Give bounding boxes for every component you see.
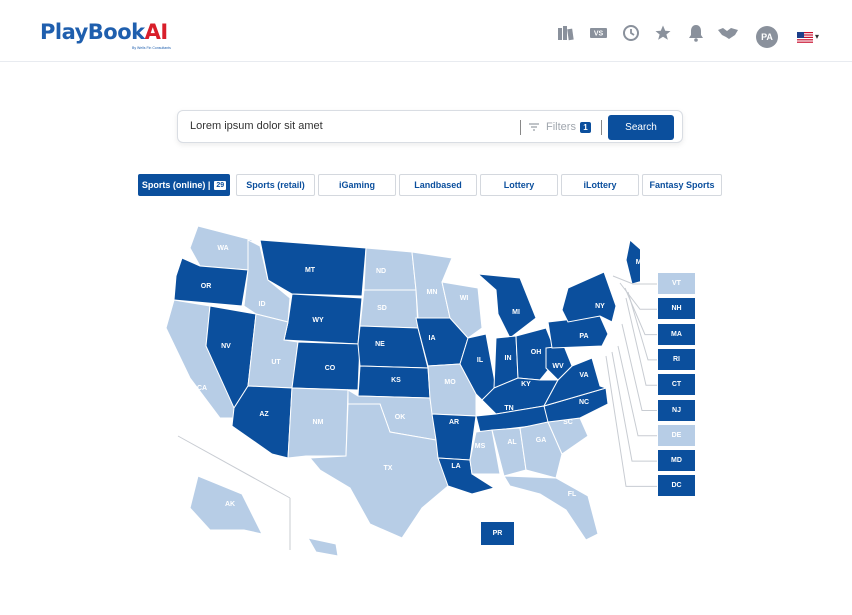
- state-label-il: IL: [477, 357, 484, 364]
- playbook-logo[interactable]: PlayBookAI: [40, 20, 168, 44]
- svg-text:VS: VS: [594, 31, 604, 38]
- state-label-la: LA: [451, 463, 460, 470]
- state-label-in: IN: [505, 355, 512, 362]
- state-ny[interactable]: [561, 271, 617, 323]
- tab-igaming[interactable]: iGaming: [318, 174, 396, 196]
- tab-sports-online[interactable]: Sports (online) | 29: [138, 174, 230, 196]
- state-label-oh: OH: [531, 349, 542, 356]
- state-pa[interactable]: [547, 315, 609, 349]
- us-map: WA OR CA NV ID MT WY UT AZ CO NM ND SD NE KS OK TX MN IA MO…: [160, 218, 649, 568]
- state-label-sd: SD: [377, 305, 387, 312]
- logo-tagline: By Wells Fin Consultants: [132, 46, 171, 50]
- state-label-ms: MS: [475, 443, 486, 450]
- state-label-id: ID: [259, 301, 266, 308]
- tab-landbased[interactable]: Landbased: [399, 174, 477, 196]
- star-icon[interactable]: [652, 22, 674, 44]
- versus-icon[interactable]: VS: [588, 22, 610, 44]
- state-fl[interactable]: [503, 475, 599, 541]
- state-label-ut: UT: [271, 359, 281, 366]
- state-nh[interactable]: NH: [657, 297, 696, 321]
- divider: [520, 120, 521, 135]
- state-label-tx: TX: [384, 465, 393, 472]
- state-label-nd: ND: [376, 268, 386, 275]
- state-label-va: VA: [579, 372, 588, 379]
- bell-icon[interactable]: [685, 22, 707, 44]
- state-label-wi: WI: [460, 295, 469, 302]
- state-label-wa: WA: [217, 245, 228, 252]
- filters-button-label[interactable]: Filters: [546, 121, 576, 133]
- state-label-wy: WY: [312, 317, 324, 324]
- state-sd[interactable]: [359, 289, 419, 329]
- state-ma[interactable]: MA: [657, 322, 696, 346]
- state-vt[interactable]: VT: [657, 272, 696, 295]
- state-ct[interactable]: CT: [657, 373, 696, 397]
- search-bar: Lorem ipsum dolor sit amet Filters 1 Sea…: [177, 110, 683, 143]
- tab-sports-retail[interactable]: Sports (retail): [236, 174, 315, 196]
- state-label-pa: PA: [579, 333, 588, 340]
- state-label-ne: NE: [375, 341, 385, 348]
- state-nj[interactable]: NJ: [657, 398, 696, 422]
- state-hi[interactable]: [307, 537, 339, 557]
- tab-lottery[interactable]: Lottery: [480, 174, 558, 196]
- state-dc[interactable]: DC: [657, 474, 696, 498]
- state-label-ar: AR: [449, 419, 459, 426]
- handshake-icon[interactable]: [717, 22, 739, 44]
- state-md[interactable]: MD: [657, 449, 696, 473]
- state-label-ks: KS: [391, 377, 401, 384]
- state-az[interactable]: [231, 385, 293, 459]
- tab-ilottery[interactable]: iLottery: [561, 174, 639, 196]
- books-icon[interactable]: [555, 22, 577, 44]
- state-label-ak: AK: [225, 501, 235, 508]
- state-label-wv: WV: [552, 363, 564, 370]
- state-label-nc: NC: [579, 399, 589, 406]
- state-label-ca: CA: [197, 385, 207, 392]
- user-avatar[interactable]: PA: [756, 26, 778, 48]
- us-flag-icon[interactable]: [797, 32, 813, 43]
- state-label-mn: MN: [427, 289, 438, 296]
- search-input[interactable]: Lorem ipsum dolor sit amet: [190, 120, 323, 132]
- divider: [601, 120, 602, 135]
- state-label-ga: GA: [536, 437, 547, 444]
- state-label-tn: TN: [504, 405, 513, 412]
- state-label-ok: OK: [395, 414, 406, 421]
- state-label-mi: MI: [512, 309, 520, 316]
- state-label-ky: KY: [521, 381, 531, 388]
- state-label-ia: IA: [429, 335, 436, 342]
- state-label-or: OR: [201, 283, 212, 290]
- tab-count-badge: 29: [214, 180, 227, 190]
- clock-icon[interactable]: [620, 22, 642, 44]
- state-label-hi: HI: [347, 540, 354, 547]
- filters-count-badge: 1: [580, 122, 591, 133]
- state-mi[interactable]: [476, 273, 537, 339]
- state-nd[interactable]: [363, 247, 417, 291]
- state-ri[interactable]: RI: [657, 347, 696, 371]
- state-label-fl: FL: [568, 491, 577, 498]
- chevron-down-icon[interactable]: ▾: [815, 32, 819, 41]
- top-header: PlayBookAI By Wells Fin Consultants VS P…: [0, 0, 852, 62]
- state-label-nv: NV: [221, 343, 231, 350]
- filter-icon[interactable]: [528, 121, 540, 133]
- state-label-al: AL: [507, 439, 517, 446]
- state-label-mt: MT: [305, 267, 316, 274]
- state-label-nm: NM: [313, 419, 324, 426]
- state-ne[interactable]: [357, 325, 429, 369]
- state-de[interactable]: DE: [657, 423, 696, 447]
- state-label-co: CO: [325, 365, 336, 372]
- state-label-ny: NY: [595, 303, 605, 310]
- state-pr[interactable]: PR: [481, 522, 514, 545]
- tab-fantasy-sports[interactable]: Fantasy Sports: [642, 174, 722, 196]
- state-label-me: ME: [636, 259, 640, 266]
- state-label-az: AZ: [259, 411, 269, 418]
- search-button[interactable]: Search: [608, 115, 674, 140]
- state-label-mo: MO: [444, 379, 456, 386]
